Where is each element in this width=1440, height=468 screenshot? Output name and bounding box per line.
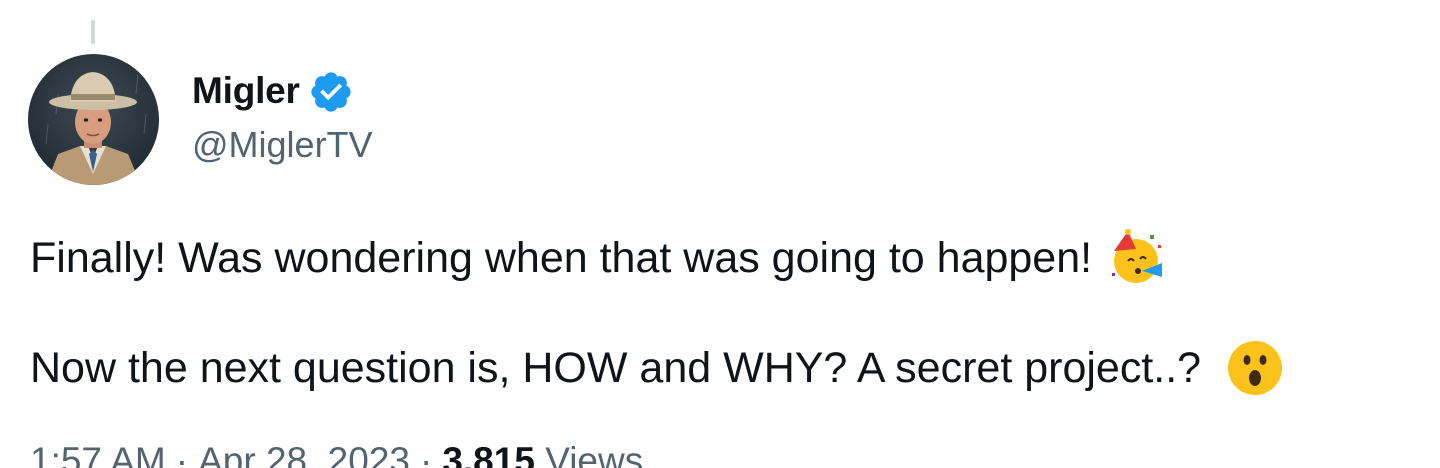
thread-connector-line xyxy=(91,20,95,44)
tweet-line-2: Now the next question is, HOW and WHY? A… xyxy=(30,336,1420,400)
author-display-name[interactable]: Migler xyxy=(192,70,300,112)
tweet-line-1: Finally! Was wondering when that was goi… xyxy=(30,226,1420,290)
tweet-line-1-text: Finally! Was wondering when that was goi… xyxy=(30,234,1093,282)
tweet-body: Finally! Was wondering when that was goi… xyxy=(30,226,1420,400)
avatar[interactable] xyxy=(28,54,159,185)
verified-badge-icon xyxy=(311,72,351,112)
surprised-face-emoji-icon xyxy=(1227,340,1283,396)
tweet-card: Migler @MiglerTV Finally! Was wondering … xyxy=(0,0,1440,468)
author-handle[interactable]: @MiglerTV xyxy=(192,124,373,166)
meta-separator: · xyxy=(175,440,189,468)
views-label: Views xyxy=(545,440,644,468)
tweet-date[interactable]: Apr 28, 2023 xyxy=(198,440,410,468)
partying-face-emoji-icon xyxy=(1106,229,1164,287)
meta-separator: · xyxy=(419,440,433,468)
tweet-line-2-text: Now the next question is, HOW and WHY? A… xyxy=(30,344,1202,392)
tweet-meta: 1:57 AM · Apr 28, 2023 · 3,815 Views xyxy=(30,440,643,468)
tweet-time[interactable]: 1:57 AM xyxy=(30,440,166,468)
views-count: 3,815 xyxy=(442,440,535,468)
author-name-row: Migler xyxy=(192,66,354,116)
